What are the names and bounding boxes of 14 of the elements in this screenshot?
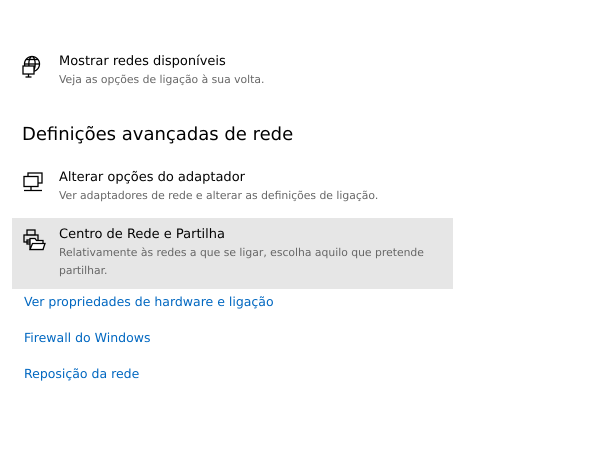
- settings-item[interactable]: Centro de Rede e Partilha Relativamente às redes a que se ligar, escolha aquilo que pretende partilhar.: [12, 218, 453, 289]
- item-description: Veja as opções de ligação à sua volta.: [59, 72, 264, 88]
- item-title: Alterar opções do adaptador: [59, 170, 246, 185]
- settings-link[interactable]: Firewall do Windows: [24, 330, 150, 345]
- item-title: Centro de Rede e Partilha: [59, 227, 226, 242]
- item-title: Mostrar redes disponíveis: [59, 54, 227, 69]
- settings-link[interactable]: Reposição da rede: [24, 366, 140, 381]
- settings-item[interactable]: Mostrar redes disponíveis Veja as opções de ligação à sua volta.: [12, 45, 453, 98]
- printer-folder-icon: [22, 228, 46, 252]
- settings-link[interactable]: Ver propriedades de hardware e ligação: [24, 294, 274, 309]
- section-heading: Definições avançadas de rede: [22, 124, 294, 145]
- item-description: Ver adaptadores de rede e alterar as definições de ligação.: [59, 188, 378, 204]
- item-description: Relativamente às redes a que se ligar, escolha aquilo que pretende partilhar.: [59, 245, 425, 279]
- settings-item[interactable]: Alterar opções do adaptador Ver adaptadores de rede e alterar as definições de ligação.: [12, 161, 453, 214]
